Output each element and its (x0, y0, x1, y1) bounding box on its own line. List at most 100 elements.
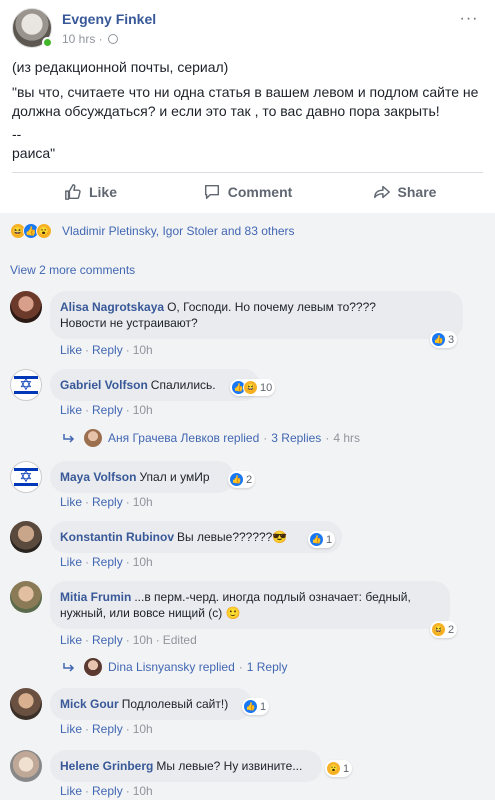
comment-reactions[interactable]: 👍 😆 10 (230, 379, 276, 396)
like-reaction-icon: 👍 (309, 532, 324, 547)
share-button[interactable]: Share (326, 177, 483, 207)
comment-time[interactable]: 10h (133, 343, 153, 357)
comment-text: Подлолевый сайт!) (121, 697, 229, 711)
comment-time[interactable]: 10h (133, 784, 153, 798)
comment-edited[interactable]: Edited (163, 633, 197, 647)
divider (12, 172, 483, 173)
reply-count: 1 Reply (246, 660, 288, 674)
comment-like-link[interactable]: Like (60, 633, 82, 647)
comment-reply-link[interactable]: Reply (92, 633, 123, 647)
comment-text: Упал и умИр (139, 470, 210, 484)
comment-time[interactable]: 10h (133, 495, 153, 509)
reaction-count: 3 (448, 333, 455, 346)
post-text-line: -- (12, 126, 22, 142)
comment-reply-link[interactable]: Reply (92, 495, 123, 509)
comment-text: Мы левые? Ну извините... (156, 759, 303, 773)
reaction-count: 1 (326, 533, 333, 546)
post-text-line: (из редакционной почты, сериал) (12, 59, 229, 75)
comment-reply-link[interactable]: Reply (92, 784, 123, 798)
commenter-avatar[interactable] (10, 750, 42, 782)
commenter-name[interactable]: Gabriel Volfson (60, 378, 148, 392)
post-text-line: "вы что, считаете что ни одна статья в в… (12, 84, 479, 119)
globe-icon (108, 34, 119, 44)
view-replies-link[interactable]: Dina Lisnyansky replied · 1 Reply (62, 658, 287, 676)
comment-reactions[interactable]: 👍 3 (430, 331, 458, 348)
commenter-avatar[interactable] (10, 291, 42, 323)
post-actions: Like Comment Share (12, 177, 483, 207)
commenter-avatar[interactable] (10, 521, 42, 553)
reactions-names[interactable]: Vladimir Pletinsky, Igor Stoler and 83 o… (62, 224, 295, 238)
reaction-icons[interactable]: 😆 👍 😮 (10, 223, 52, 239)
reaction-count: 10 (260, 381, 273, 394)
reply-time: 4 hrs (333, 431, 360, 445)
comment-bubble: Alisa Nagrotskaya О, Господи. Но почему л… (50, 291, 463, 339)
comment-time[interactable]: 10h (133, 555, 153, 569)
comment-like-link[interactable]: Like (60, 343, 82, 357)
comment-button[interactable]: Comment (169, 177, 326, 207)
comment-reply-link[interactable]: Reply (92, 722, 123, 736)
comment-meta: Like · Reply · 10h · Edited (60, 633, 197, 647)
comment-reply-link[interactable]: Reply (92, 343, 123, 357)
comment-text: О, Господи. Но почему левым то???? (167, 300, 376, 314)
comment-bubble: Gabriel Volfson Спалились. (50, 369, 260, 401)
view-replies-link[interactable]: Аня Грачева Левков replied · 3 Replies · 4 h… (62, 429, 360, 447)
like-button[interactable]: Like (12, 177, 169, 207)
comment-meta: Like · Reply · 10h (60, 403, 153, 417)
online-status-dot (42, 37, 53, 48)
view-more-comments-link[interactable]: View 2 more comments (10, 263, 135, 277)
reply-arrow-icon (63, 434, 75, 443)
commenter-name[interactable]: Alisa Nagrotskaya (60, 300, 164, 314)
wow-icon: 😮 (326, 761, 341, 776)
comment-time[interactable]: 10h (133, 403, 153, 417)
wow-icon: 😮 (36, 223, 52, 239)
replier-avatar (84, 429, 102, 447)
comment-like-link[interactable]: Like (60, 495, 82, 509)
comment-time[interactable]: 10h (133, 633, 153, 647)
comment-like-link[interactable]: Like (60, 403, 82, 417)
comment-bubble: Maya Volfson Упал и умИр (50, 461, 234, 493)
like-icon (65, 184, 81, 200)
more-options-icon[interactable]: ··· (457, 11, 481, 28)
replied-text: replied (223, 431, 260, 445)
comment-reply-link[interactable]: Reply (92, 555, 123, 569)
comment-like-link[interactable]: Like (60, 555, 82, 569)
reply-arrow-icon (63, 663, 75, 672)
comment-reactions[interactable]: 👍 2 (228, 471, 256, 488)
commenter-name[interactable]: Mick Gour (60, 697, 119, 711)
commenter-name[interactable]: Maya Volfson (60, 470, 136, 484)
replier-name: Dina Lisnyansky (108, 660, 196, 674)
comment-reactions[interactable]: 😆 2 (430, 621, 458, 638)
post-time-text: 10 hrs · (62, 32, 107, 46)
comment-text: Вы левые??????😎 (177, 530, 288, 544)
reaction-count: 2 (448, 623, 455, 636)
reaction-count: 2 (246, 473, 253, 486)
post-text-line: раиса" (12, 145, 56, 161)
comment-icon (204, 184, 219, 200)
comment-bubble: Mitia Frumin ...в перм.-черд. иногда подл… (50, 581, 450, 629)
comment-label: Comment (227, 184, 293, 200)
comment-like-link[interactable]: Like (60, 784, 82, 798)
commenter-name[interactable]: Konstantin Rubinov (60, 530, 174, 544)
comments-section: View 2 more comments Alisa Nagrotskaya О,… (0, 249, 495, 800)
commenter-avatar[interactable] (10, 581, 42, 613)
post-header: Evgeny Finkel 10 hrs · ··· (12, 8, 487, 48)
comment-reactions[interactable]: 😮 1 (325, 760, 353, 777)
commenter-avatar[interactable]: ✡ (10, 461, 42, 493)
commenter-avatar[interactable] (10, 688, 42, 720)
comment-reply-link[interactable]: Reply (92, 403, 123, 417)
comment-reactions[interactable]: 👍 1 (308, 531, 336, 548)
comment-bubble: Helene Grinberg Мы левые? Ну извините... (50, 750, 323, 782)
post-author-name[interactable]: Evgeny Finkel (62, 11, 156, 27)
commenter-name[interactable]: Helene Grinberg (60, 759, 153, 773)
commenter-avatar[interactable]: ✡ (10, 369, 42, 401)
comment-meta: Like · Reply · 10h (60, 495, 153, 509)
commenter-name[interactable]: Mitia Frumin (60, 590, 131, 604)
comment-text: ...в перм.-черд. иногда подлый означает:… (134, 590, 411, 604)
comment-time[interactable]: 10h (133, 722, 153, 736)
comment-bubble: Konstantin Rubinov Вы левые??????😎 (50, 521, 342, 553)
like-reaction-icon: 👍 (243, 699, 258, 714)
comment-like-link[interactable]: Like (60, 722, 82, 736)
like-reaction-icon: 👍 (229, 472, 244, 487)
post-timestamp[interactable]: 10 hrs · (62, 32, 119, 46)
comment-reactions[interactable]: 👍 1 (242, 698, 270, 715)
